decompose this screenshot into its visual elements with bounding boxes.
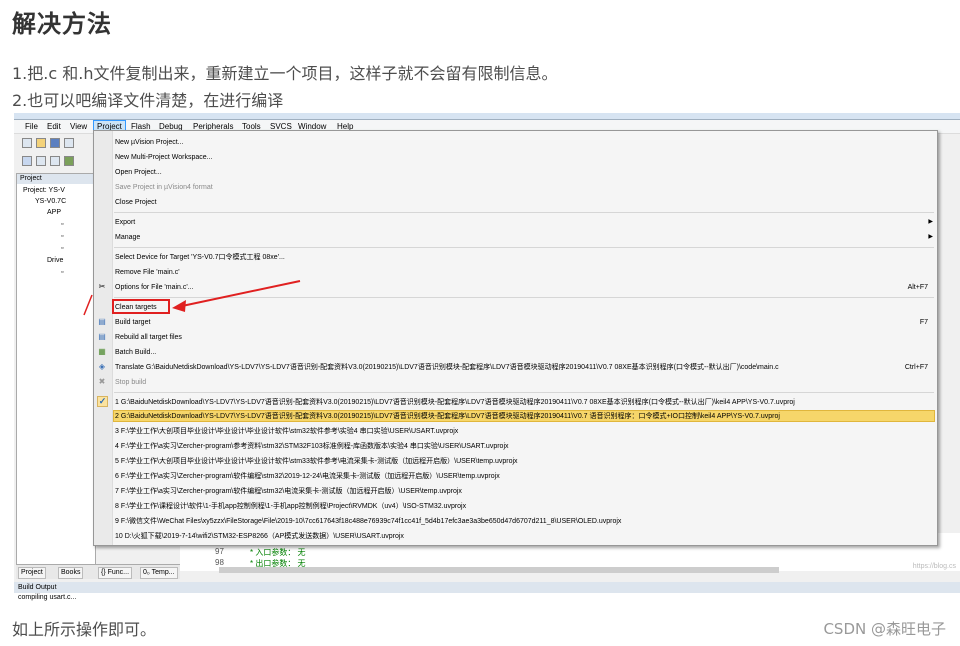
recent-project-1[interactable]: 1 G:\BaiduNetdiskDownload\YS-LDV7\YS-LDV…	[115, 398, 795, 407]
new-file-icon[interactable]	[22, 138, 32, 148]
build-output-text: compiling usart.c...	[14, 593, 960, 603]
recent-project-9[interactable]: 9 F:\微信文件\WeChat Files\xy5zzx\FileStorag…	[115, 517, 621, 526]
menu-batch-build[interactable]: Batch Build...	[115, 348, 156, 357]
horizontal-scrollbar[interactable]	[219, 567, 779, 573]
recent-project-4[interactable]: 4 F:\学业工作\a实习\Zercher-program\参考资料\stm32…	[115, 442, 509, 451]
menu-stop-build: Stop build	[115, 379, 147, 386]
menu-manage[interactable]: Manage	[115, 233, 140, 242]
article-heading: 解决方法	[12, 10, 112, 38]
project-dropdown-menu: New µVision Project... New Multi-Project…	[93, 130, 938, 546]
file-icon[interactable]: ▫	[61, 221, 63, 228]
step-2-text: 2.也可以吧编译文件清楚，在进行编译	[12, 91, 284, 110]
menu-separator	[114, 392, 934, 393]
tree-target[interactable]: YS-V0.7C	[35, 198, 66, 205]
submenu-arrow-icon: ▶	[928, 234, 933, 240]
check-icon: ✓	[97, 396, 108, 407]
tab-functions[interactable]: {} Func...	[98, 567, 133, 579]
line-number: 98	[215, 558, 224, 567]
shortcut-label: Ctrl+F7	[904, 364, 928, 371]
recent-project-3[interactable]: 3 F:\学业工作\大创项目毕业设计\毕业设计\毕业设计软件\stm32软件参考…	[115, 427, 458, 436]
step-1-text: 1.把.c 和.h文件复制出来，重新建立一个项目，这样子就不会留有限制信息。	[12, 64, 558, 83]
watermark: https://blog.cs	[912, 563, 956, 570]
csdn-watermark: CSDN @森旺电子	[823, 620, 946, 638]
save-all-icon[interactable]	[64, 138, 74, 148]
submenu-arrow-icon: ▶	[928, 219, 933, 225]
menu-separator	[114, 297, 934, 298]
recent-project-10[interactable]: 10 D:\火狐下载\2019-7-14\wifi2\STM32-ESP8266…	[115, 532, 404, 541]
tab-project[interactable]: Project	[18, 567, 46, 579]
menu-close-project[interactable]: Close Project	[115, 198, 157, 207]
menu-build-target[interactable]: Build target	[115, 318, 150, 327]
menu-separator	[114, 247, 934, 248]
tree-group-drive[interactable]: Drive	[47, 257, 63, 264]
menu-translate[interactable]: Translate G:\BaiduNetdiskDownload\YS-LDV…	[115, 363, 779, 372]
build-icon[interactable]	[36, 156, 46, 166]
highlight-box	[112, 299, 170, 314]
batch-build-icon: ▦	[98, 347, 106, 356]
project-panel: Project Project: YS-V YS-V0.7C APP ▫ ▫ ▫…	[16, 173, 96, 572]
tree-project-root[interactable]: Project: YS-V	[23, 187, 65, 194]
menu-export[interactable]: Export	[115, 218, 135, 227]
batch-build-icon[interactable]	[64, 156, 74, 166]
build-target-icon: ▤	[98, 317, 106, 326]
menu-select-device[interactable]: Select Device for Target 'YS-V0.7口令模式工程 …	[115, 253, 285, 262]
panel-tabs: Project Books {} Func... 0₀ Temp...	[16, 564, 180, 579]
recent-project-2[interactable]: 2 G:\BaiduNetdiskDownload\YS-LDV7\YS-LDV…	[115, 412, 780, 421]
menu-save-project-v4: Save Project in µVision4 format	[115, 184, 213, 191]
options-icon: ✂	[98, 282, 106, 291]
recent-project-8[interactable]: 8 F:\学业工作\课程设计\软件\1-手机app控制例程\1-手机app控制例…	[115, 502, 466, 511]
translate-icon[interactable]	[22, 156, 32, 166]
recent-project-7[interactable]: 7 F:\学业工作\a实习\Zercher-program\软件编程\stm32…	[115, 487, 462, 496]
menu-remove-file[interactable]: Remove File 'main.c'	[115, 268, 180, 277]
line-number: 97	[215, 547, 224, 556]
project-panel-title: Project	[17, 174, 95, 184]
conclusion-text: 如上所示操作即可。	[12, 620, 157, 639]
keil-screenshot: File Edit View Project Flash Debug Perip…	[14, 113, 960, 603]
menu-view[interactable]: View	[67, 122, 90, 133]
tab-books[interactable]: Books	[58, 567, 84, 579]
build-output-title: Build Output	[14, 582, 960, 593]
shortcut-label: Alt+F7	[907, 284, 928, 291]
save-icon[interactable]	[50, 138, 60, 148]
menu-new-multi-project[interactable]: New Multi-Project Workspace...	[115, 153, 213, 162]
recent-project-5[interactable]: 5 F:\学业工作\大创项目毕业设计\毕业设计\毕业设计软件\stm33软件参考…	[115, 457, 518, 466]
menu-options-for-file[interactable]: Options for File 'main.c'...	[115, 283, 194, 292]
menu-edit[interactable]: Edit	[44, 122, 64, 133]
menu-separator	[114, 212, 934, 213]
menu-file[interactable]: File	[22, 122, 41, 133]
menu-rebuild-all[interactable]: Rebuild all target files	[115, 333, 182, 342]
open-folder-icon[interactable]	[36, 138, 46, 148]
tab-templates[interactable]: 0₀ Temp...	[140, 567, 178, 579]
window-titlebar	[14, 113, 960, 120]
menu-new-project[interactable]: New µVision Project...	[115, 138, 184, 147]
recent-project-6[interactable]: 6 F:\学业工作\a实习\Zercher-program\软件编程\stm32…	[115, 472, 500, 481]
rebuild-icon[interactable]	[50, 156, 60, 166]
rebuild-icon: ▤	[98, 332, 106, 341]
file-icon[interactable]: ▫	[61, 269, 63, 276]
menu-open-project[interactable]: Open Project...	[115, 168, 162, 177]
file-icon[interactable]: ▫	[61, 233, 63, 240]
tree-group-app[interactable]: APP	[47, 209, 61, 216]
translate-icon: ◈	[98, 362, 106, 371]
stop-build-icon: ✖	[98, 377, 106, 386]
file-icon[interactable]: ▫	[61, 245, 63, 252]
toolbar	[14, 134, 94, 172]
shortcut-label: F7	[919, 319, 928, 326]
code-comment: * 入口参数： 无	[250, 548, 306, 557]
